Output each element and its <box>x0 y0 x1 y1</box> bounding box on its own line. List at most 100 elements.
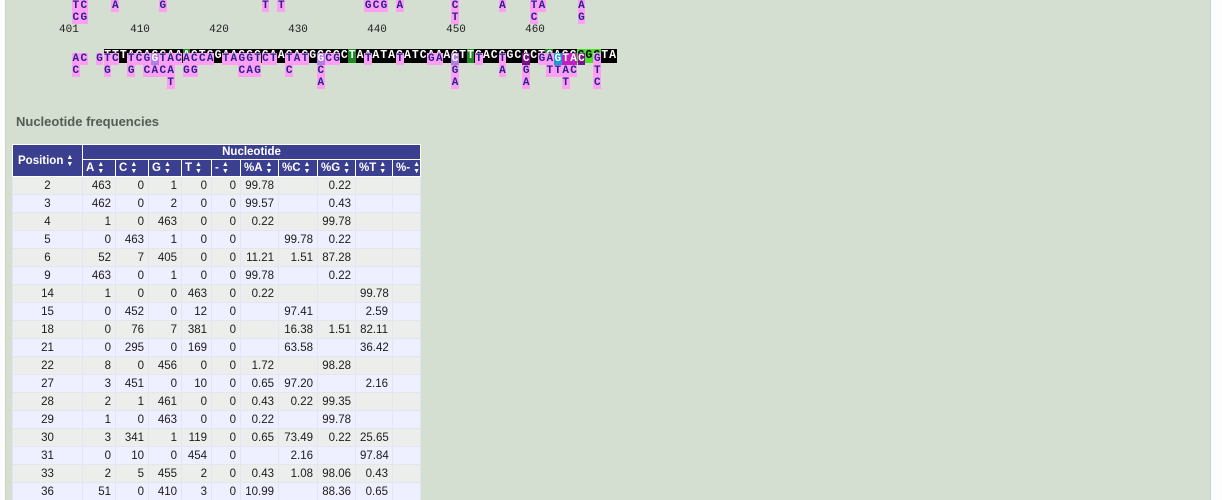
cell-C: 463 <box>115 230 149 249</box>
cell-pGap <box>391 266 422 285</box>
sort-arrows-icon[interactable]: ▲ ▼ <box>222 161 229 175</box>
column-header-pctgap-[interactable]: %- ▲ ▼ <box>391 159 422 177</box>
cell-pT: 97.84 <box>355 446 393 465</box>
table-row[interactable]: 30 3 341 1 119 0 0.65 73.49 0.22 25.65 <box>12 428 422 447</box>
table-row[interactable]: 22 8 0 456 0 0 1.72 98.28 <box>12 356 422 375</box>
cell-T: 0 <box>181 212 212 231</box>
nucleotide-cell: A <box>522 77 531 89</box>
table-row[interactable]: 29 1 0 463 0 0 0.22 99.78 <box>12 410 422 429</box>
cell-G: 7 <box>148 320 182 339</box>
cell-pT <box>355 266 393 285</box>
column-header-label: T <box>185 162 193 175</box>
table-row[interactable]: 3 462 0 2 0 0 99.57 0.43 <box>12 194 422 213</box>
table-row[interactable]: 36 51 0 410 3 0 10.99 88.36 0.65 <box>12 482 422 500</box>
cell-A: 3 <box>82 374 116 393</box>
table-row[interactable]: 2 463 0 1 0 0 99.78 0.22 <box>12 176 422 195</box>
sort-arrows-icon[interactable]: ▲ ▼ <box>304 161 311 175</box>
column-header-pctgapT[interactable]: %T ▲ ▼ <box>355 159 393 177</box>
cell-pA: 0.22 <box>240 212 279 231</box>
column-header-T[interactable]: T ▲ ▼ <box>181 159 212 177</box>
cell-pC <box>278 194 318 213</box>
nucleotide-cell: T <box>561 53 570 65</box>
nucleotide-cell: C <box>261 53 270 65</box>
sort-arrows-icon[interactable]: ▲ ▼ <box>266 161 273 175</box>
sort-arrows-icon[interactable]: ▲ ▼ <box>379 161 386 175</box>
cell-pA: 0.43 <box>240 464 279 483</box>
column-header-pctgapG[interactable]: %G ▲ ▼ <box>317 159 356 177</box>
sort-arrows-icon[interactable]: ▲ ▼ <box>130 161 137 175</box>
table-row[interactable]: 21 0 295 0 169 0 63.58 36.42 <box>12 338 422 357</box>
sort-arrows-icon[interactable]: ▲ ▼ <box>195 161 202 175</box>
table-row[interactable]: 27 3 451 0 10 0 0.65 97.20 2.16 <box>12 374 422 393</box>
cell-pC <box>278 356 318 375</box>
cell-T: 0 <box>181 266 212 285</box>
table-row[interactable]: 4 1 0 463 0 0 0.22 99.78 <box>12 212 422 231</box>
table-row[interactable]: 28 2 1 461 0 0 0.43 0.22 99.35 <box>12 392 422 411</box>
nucleotide-cell: C <box>71 12 80 24</box>
nucleotide-cell: T <box>261 0 270 12</box>
nucleotide-cell: C <box>451 0 459 12</box>
nucleotide-cell: A <box>71 53 80 65</box>
cell-G: 1 <box>148 230 182 249</box>
cell-T: 0 <box>181 194 212 213</box>
sort-arrows-icon[interactable]: ▲ ▼ <box>66 154 73 168</box>
column-header-label: - <box>215 162 219 175</box>
sort-arrows-icon[interactable]: ▲ ▼ <box>343 161 350 175</box>
nucleotide-cell: C <box>324 53 333 65</box>
table-row[interactable]: 6 52 7 405 0 0 11.21 1.51 87.28 <box>12 248 422 267</box>
cell-gap: 0 <box>211 320 241 339</box>
cell-pGap <box>391 248 422 267</box>
nucleotide-cell: T <box>277 0 286 12</box>
table-row[interactable]: 9 463 0 1 0 0 99.78 0.22 <box>12 266 422 285</box>
ruler-label: 401 <box>59 24 79 36</box>
column-header-pctgapC[interactable]: %C ▲ ▼ <box>278 159 318 177</box>
cell-gap: 0 <box>211 176 241 195</box>
column-header-pctgapA[interactable]: %A ▲ ▼ <box>240 159 279 177</box>
nucleotide-cell: C <box>593 77 602 89</box>
sort-arrows-icon[interactable]: ▲ ▼ <box>164 161 171 175</box>
alignment-variant-row-2: CGGCACAGGCAGCCGAGTTACT <box>8 65 1208 77</box>
cell-pG: 98.28 <box>317 356 356 375</box>
nucleotide-cell: T <box>545 65 554 77</box>
cell-pGap <box>391 482 422 500</box>
sort-arrows-icon[interactable]: ▲ ▼ <box>413 161 420 175</box>
nucleotide-cell: C <box>198 53 207 65</box>
table-row[interactable]: 31 0 10 0 454 0 2.16 97.84 <box>12 446 422 465</box>
cell-A: 1 <box>82 284 116 303</box>
cell-T: 0 <box>181 176 212 195</box>
table-row[interactable]: 18 0 76 7 381 0 16.38 1.51 82.11 <box>12 320 422 339</box>
column-header-G[interactable]: G ▲ ▼ <box>148 159 182 177</box>
cell-A: 3 <box>82 428 116 447</box>
cell-T: 2 <box>181 464 212 483</box>
column-header-gap[interactable]: - ▲ ▼ <box>211 159 241 177</box>
nucleotide-cell: G <box>593 53 602 65</box>
cell-gap: 0 <box>211 356 241 375</box>
column-header-A[interactable]: A ▲ ▼ <box>82 159 116 177</box>
cell-pGap <box>391 212 422 231</box>
cell-pG: 0.22 <box>317 176 356 195</box>
column-header-C[interactable]: C ▲ ▼ <box>115 159 149 177</box>
table-row[interactable]: 33 2 5 455 2 0 0.43 1.08 98.06 0.43 <box>12 464 422 483</box>
sort-arrows-icon[interactable]: ▲ ▼ <box>97 161 104 175</box>
cell-pGap <box>391 428 422 447</box>
cell-pT <box>355 230 393 249</box>
cell-position: 18 <box>12 320 83 339</box>
cell-pA: 0.65 <box>240 428 279 447</box>
table-row[interactable]: 14 1 0 0 463 0 0.22 99.78 <box>12 284 422 303</box>
table-row[interactable]: 5 0 463 1 0 0 99.78 0.22 <box>12 230 422 249</box>
nucleotide-cell: T <box>253 53 262 65</box>
cell-G: 1 <box>148 176 182 195</box>
cell-gap: 0 <box>211 464 241 483</box>
nucleotide-cell: A <box>245 65 254 77</box>
column-header-position[interactable]: Position ▲ ▼ <box>12 144 83 177</box>
table-row[interactable]: 15 0 452 0 12 0 97.41 2.59 <box>12 302 422 321</box>
nucleotide-cell: A <box>166 65 175 77</box>
cell-G: 2 <box>148 194 182 213</box>
column-header-label: G <box>152 162 161 175</box>
cell-T: 0 <box>181 392 212 411</box>
cell-A: 2 <box>82 464 116 483</box>
nucleotide-cell: C <box>451 53 459 65</box>
cell-G: 0 <box>148 338 182 357</box>
cell-pGap <box>391 356 422 375</box>
nucleotide-cell: G <box>245 53 254 65</box>
